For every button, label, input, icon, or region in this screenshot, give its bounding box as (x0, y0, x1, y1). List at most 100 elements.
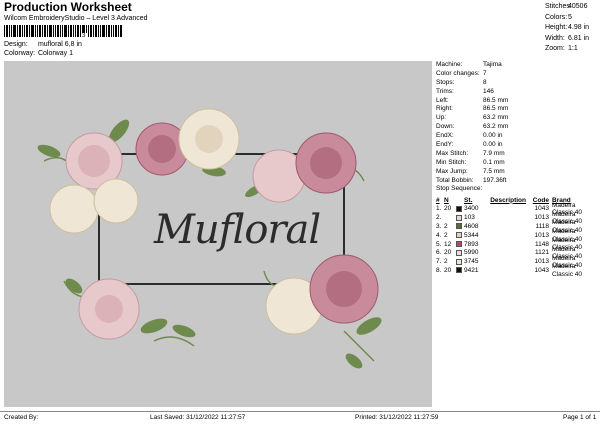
stat-row: Zoom: 1:1 (545, 45, 599, 56)
detail-row: Up: 63.2 mm (436, 114, 598, 123)
stat-label: Colors: (545, 13, 568, 21)
footer: Created By: Last Saved: 31/12/2022 11:27… (0, 411, 600, 424)
software-subtitle: Wilcom EmbroideryStudio – Level 3 Advanc… (4, 15, 148, 22)
col-header-needle: N (444, 196, 449, 204)
design-lettering: Mufloral (154, 207, 321, 253)
design-value: mufloral 6,8 in (37, 41, 82, 48)
detail-row: Color changes: 7 (436, 70, 598, 79)
row-number: 8. (436, 267, 442, 275)
stat-label: Width: (545, 34, 565, 42)
detail-row: Max Jump: 7.5 mm (436, 168, 598, 177)
detail-value: 0.00 in (483, 132, 503, 140)
row-code: 1118 (535, 223, 550, 231)
detail-value: 63.2 mm (483, 114, 509, 122)
printed-date: Printed: 31/12/2022 11:27:59 (355, 414, 439, 421)
row-code: 1013 (534, 214, 549, 222)
color-swatch-chip (456, 258, 462, 265)
design-label: Design: (4, 41, 28, 48)
colorway-value: Colorway 1 (37, 50, 73, 57)
detail-row: Max Stitch: 7.9 mm (436, 150, 598, 159)
detail-value: 7.5 mm (483, 167, 505, 175)
design-row: Design: mufloral 6,8 in (4, 41, 82, 49)
detail-value: 86.5 mm (483, 96, 509, 104)
row-number: 2. (436, 214, 442, 222)
detail-value: 146 (483, 87, 494, 95)
row-code: 1043 (534, 205, 549, 213)
detail-label: Machine: (436, 61, 463, 68)
color-swatch (456, 267, 464, 274)
row-code: 1013 (534, 258, 549, 266)
color-swatch (456, 258, 464, 265)
detail-label: Left: (436, 96, 449, 104)
col-header-description: Description (490, 196, 526, 204)
detail-value: 0.1 mm (483, 158, 505, 166)
detail-value: 0.00 in (483, 141, 503, 149)
color-swatch-chip (456, 205, 462, 212)
stat-row: Width: 6.81 in (545, 35, 599, 46)
detail-label: Down: (436, 123, 455, 131)
color-swatch (456, 240, 464, 248)
stat-value: 40506 (568, 3, 588, 10)
row-needle: 20 (444, 249, 452, 257)
col-header-stitches: St. (464, 196, 473, 204)
color-swatch (456, 214, 464, 221)
stat-row: Stitches: 40506 (545, 3, 599, 14)
barcode-number: 3 (82, 33, 88, 40)
detail-value: 8 (483, 78, 487, 86)
stat-label: Height: (545, 24, 568, 31)
row-number: 6. (436, 249, 442, 257)
row-needle: 2 (444, 258, 448, 266)
row-needle: 2 (444, 223, 448, 231)
stat-row: Colors: 5 (545, 14, 599, 25)
stat-label: Zoom: (545, 45, 565, 52)
detail-label: Right: (436, 105, 453, 113)
row-number: 4. (436, 231, 442, 239)
stat-value: 6.81 in (568, 34, 590, 42)
table-row: 8. 20 9421 1043 Madeira Classic 40 (436, 263, 598, 277)
row-stitches: 5990 (464, 249, 479, 257)
detail-value: 7 (483, 69, 487, 77)
detail-label: EndY: (436, 141, 454, 149)
colorway-label: Colorway: (4, 50, 36, 57)
stop-sequence-table: # N St. Description Code Brand 1. 20 3400 1… (436, 196, 598, 278)
detail-label: Color changes: (436, 69, 480, 77)
color-swatch-chip (456, 214, 462, 221)
barcode (4, 25, 122, 37)
detail-value: 63.2 mm (483, 123, 509, 131)
detail-label: Stops: (436, 78, 455, 86)
row-needle: 12 (444, 240, 452, 248)
last-saved: Last Saved: 31/12/2022 11:27:57 (150, 414, 246, 421)
stop-sequence-title: Stop Sequence: (436, 185, 483, 192)
row-number: 3. (436, 223, 442, 231)
detail-row: Machine: Tajima (436, 61, 598, 70)
machine-details: Machine: Tajima Color changes: 7 Stops: 8 T… (436, 61, 598, 185)
row-needle: 20 (444, 205, 452, 213)
stat-label: Stitches: (545, 3, 572, 10)
row-stitches: 3400 (464, 205, 479, 213)
detail-value: 7.9 mm (483, 149, 505, 157)
detail-label: Up: (436, 114, 447, 122)
color-swatch-chip (456, 232, 462, 239)
row-stitches: 3745 (464, 258, 479, 266)
row-code: 1121 (535, 249, 549, 257)
color-swatch (456, 223, 464, 230)
row-number: 5. (436, 240, 442, 248)
worksheet-title: Production Worksheet (4, 0, 132, 14)
col-header-code: Code (532, 196, 549, 204)
design-preview: Mufloral (4, 61, 432, 407)
detail-value: Tajima (483, 61, 502, 68)
row-code: 1013 (534, 231, 549, 239)
row-number: 1. (436, 205, 442, 213)
row-code: 1148 (535, 240, 549, 248)
detail-value: 197.36ft (483, 176, 507, 184)
row-stitches: 9421 (464, 267, 479, 275)
detail-row: Left: 86.5 mm (436, 97, 598, 106)
detail-label: EndX: (436, 132, 454, 140)
detail-row: Down: 63.2 mm (436, 123, 598, 132)
stat-row: Height: 4.98 in (545, 24, 599, 35)
row-stitches: 7893 (464, 240, 479, 248)
row-stitches: 5344 (464, 231, 479, 239)
stat-value: 5 (568, 13, 572, 21)
color-swatch (456, 205, 464, 212)
detail-label: Max Stitch: (436, 149, 469, 157)
